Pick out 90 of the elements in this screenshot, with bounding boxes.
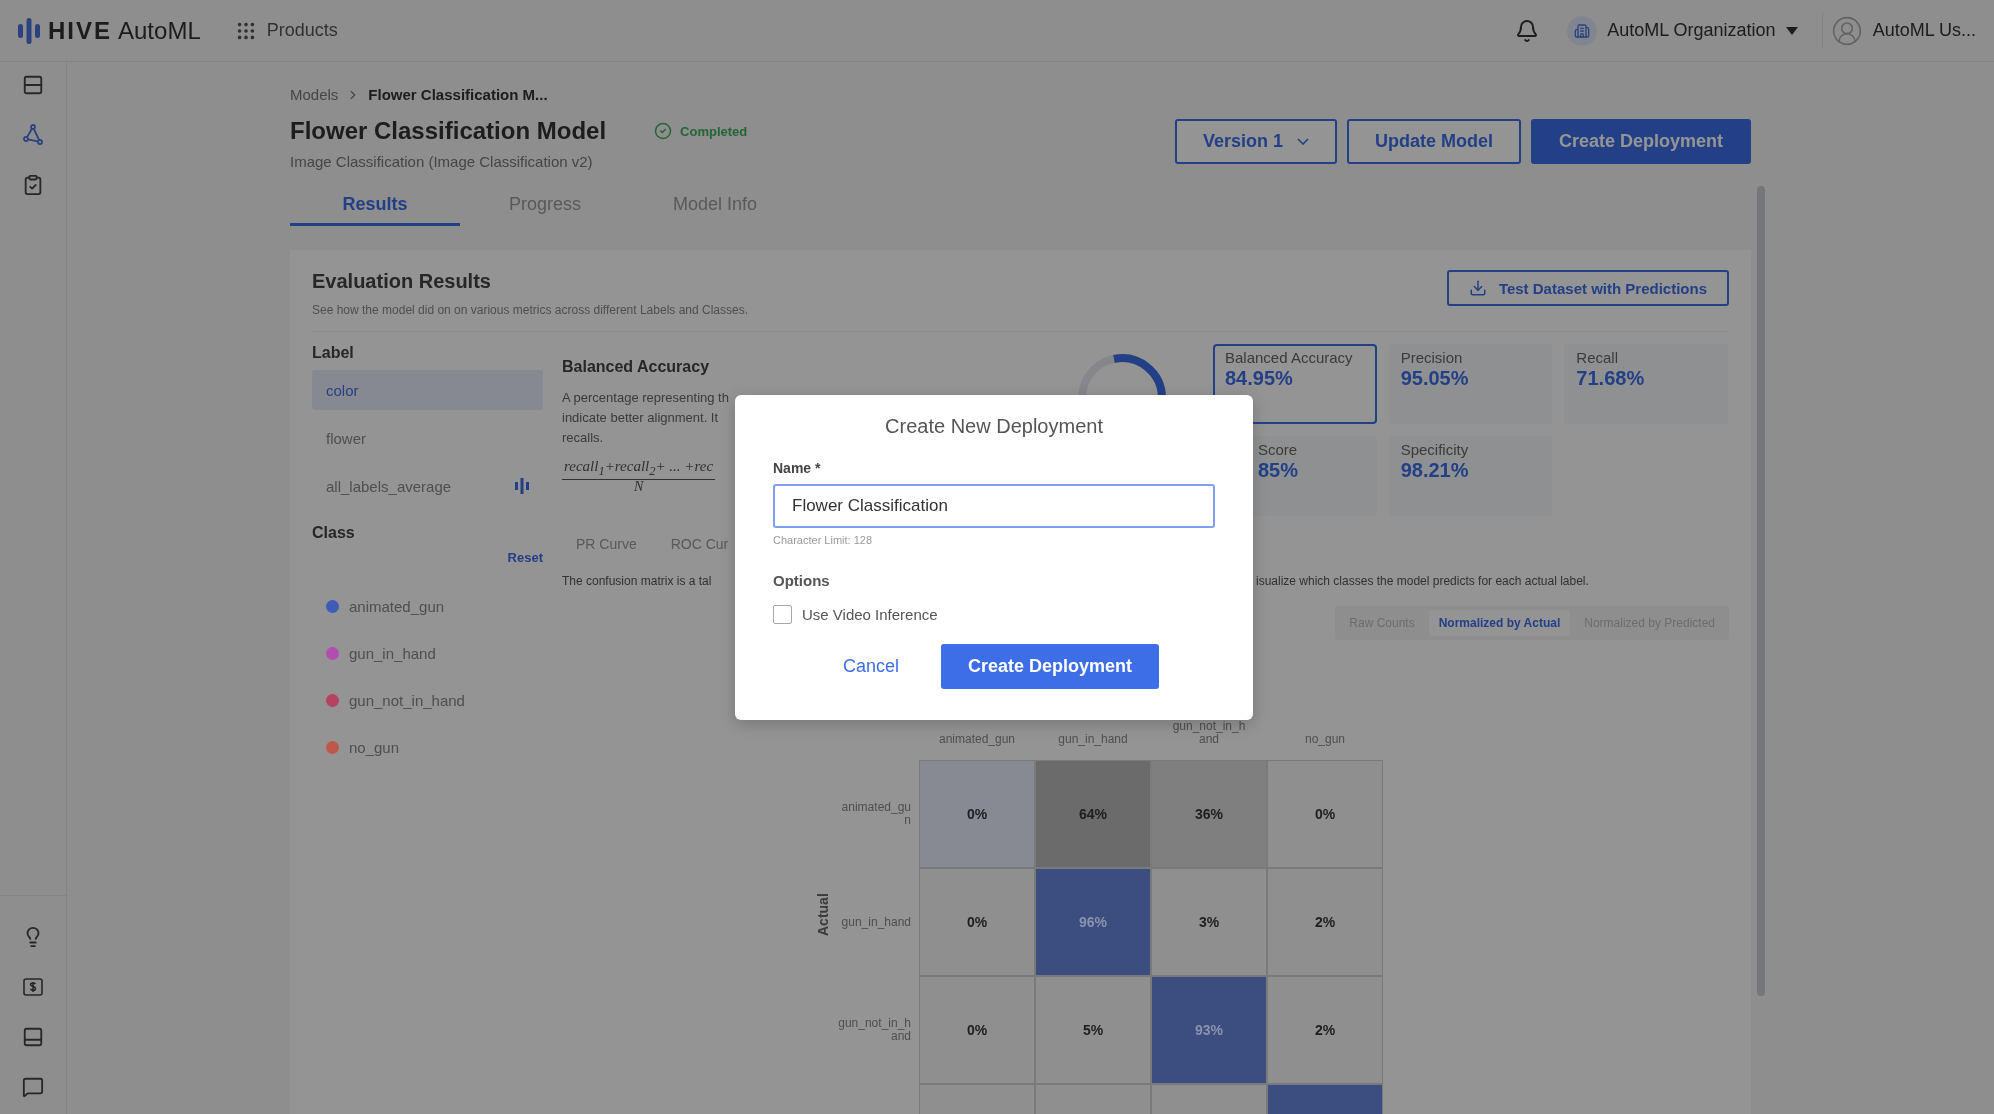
class-label[interactable]: animated_gun [349,598,445,615]
row-header: gun_not_in_hand [837,1017,912,1043]
logo-icon [18,17,40,44]
tab[interactable]: Results [290,186,460,226]
building-icon [1567,15,1598,46]
notifications-button[interactable] [1515,18,1540,43]
column-header: gun_in_hand [1057,733,1129,748]
axis-label: Actual [815,892,831,936]
bar-chart-icon [515,478,529,494]
label-item[interactable]: color [312,370,543,410]
checkbox[interactable] [773,605,792,624]
matrix-cell: 2% [1267,868,1383,976]
metric-value: 85% [1258,459,1300,481]
matrix-cell: 0% [919,976,1035,1084]
matrix-cell: 0% [919,868,1035,976]
metric-card[interactable]: Recall 71.68% [1564,344,1728,424]
matrix-cell: 64% [1035,760,1151,868]
metric-description: indicate better alignment. It [562,409,719,427]
logo-text: AutoML [118,16,201,45]
class-label[interactable]: gun_in_hand [349,645,436,662]
row-header: gun_in_hand [840,915,912,929]
metric-value: 84.95% [1225,367,1294,389]
matrix-cell: 2% [1267,976,1383,1084]
matrix-cell: 0% [919,760,1035,868]
matrix-cell: 5% [1035,976,1151,1084]
row-header: animated_gun [840,801,912,827]
metric-label: Score [1258,441,1299,459]
download-button[interactable]: Test Dataset with Predictions [1446,270,1729,306]
matrix-description: isualize which classes the model predicts for each actual label. [1256,574,1589,588]
field-label: Name * [773,460,822,476]
metric-label: Specificity [1400,441,1470,459]
class-label[interactable]: gun_not_in_hand [349,692,465,709]
metric-label: Balanced Accuracy [1225,349,1354,367]
class-label[interactable]: no_gun [349,739,400,756]
chart-tab[interactable]: ROC Cur [670,536,729,552]
matrix-cell: 3% [1151,868,1267,976]
character-limit-hint: Character Limit: 128 [773,534,874,546]
matrix-cell: 93% [1151,976,1267,1084]
column-header: animated_gun [938,733,1016,748]
reset-link[interactable]: Reset [507,550,543,565]
label-item[interactable]: flower [312,418,543,458]
dialog-title: Create New Deployment [884,415,1104,438]
page-title: Flower Classification Model [290,117,607,145]
logo-text: HIVE [48,16,112,45]
metric-description: recalls. [562,429,604,447]
metric-card[interactable]: Balanced Accuracy 84.95% [1213,344,1377,424]
metric-title: Balanced Accuracy [562,358,711,376]
formula: recall$_{1}$+recall$_{2}$+ ... +rec N [562,458,716,494]
metric-card[interactable]: Specificity 98.21% [1388,436,1553,516]
metric-label: Recall [1576,349,1619,367]
page-subtitle: Image Classification (Image Classification v2) [290,153,594,170]
options-heading: Options [773,572,831,589]
class-heading: Class [312,524,356,542]
download-icon [1468,279,1487,297]
name-input[interactable]: Flower Classification [773,484,1215,528]
caret-icon [1785,26,1798,35]
chevron-icon [1296,138,1309,145]
check-circle-icon [654,122,673,140]
version-dropdown[interactable]: Version 1 [1174,119,1337,164]
products-menu[interactable]: Products [234,19,338,42]
metric-label: Precision [1400,349,1464,367]
label-item[interactable]: all_labels_average [312,466,543,506]
checkbox-label: Use Video Inference [802,606,938,623]
metric-value: 95.05% [1400,367,1470,389]
metric-value: 98.21% [1400,459,1470,481]
network-icon[interactable] [20,122,46,148]
section-description: See how the model did on on various metrics across different Labels and Classes. [312,303,748,317]
matrix-cell: 96% [1035,868,1151,976]
update-model-button[interactable]: Update Model [1346,119,1521,164]
toggle-option[interactable]: Normalized by Actual [1428,610,1571,636]
column-header: gun_not_in_hand [1171,720,1247,748]
metric-description: A percentage representing th [562,389,729,407]
matrix-description: The confusion matrix is a tal [562,574,712,588]
metric-card[interactable]: Precision 95.05% [1388,344,1553,424]
chart-tab[interactable]: PR Curve [576,536,637,552]
status-label: Completed [654,122,748,140]
section-title: Evaluation Results [312,270,492,293]
organization-dropdown[interactable]: AutoML Organization [1567,12,1823,49]
user-menu[interactable]: AutoML Us... [1830,14,1976,47]
avatar-icon [1830,14,1863,47]
metric-value: 71.68% [1576,367,1646,389]
create-deployment-button[interactable]: Create Deployment [1530,119,1751,164]
label-heading: Label [312,344,355,362]
column-header: no_gun [1303,733,1346,748]
breadcrumb-link[interactable]: Flower Classification M... [368,86,548,103]
breadcrumb-link[interactable]: Models [290,86,339,103]
matrix-cell: 0% [1267,760,1383,868]
create-deployment-button[interactable]: Create Deployment [941,644,1160,689]
cancel-button[interactable]: Cancel [828,644,913,689]
matrix-cell: 36% [1151,760,1267,868]
